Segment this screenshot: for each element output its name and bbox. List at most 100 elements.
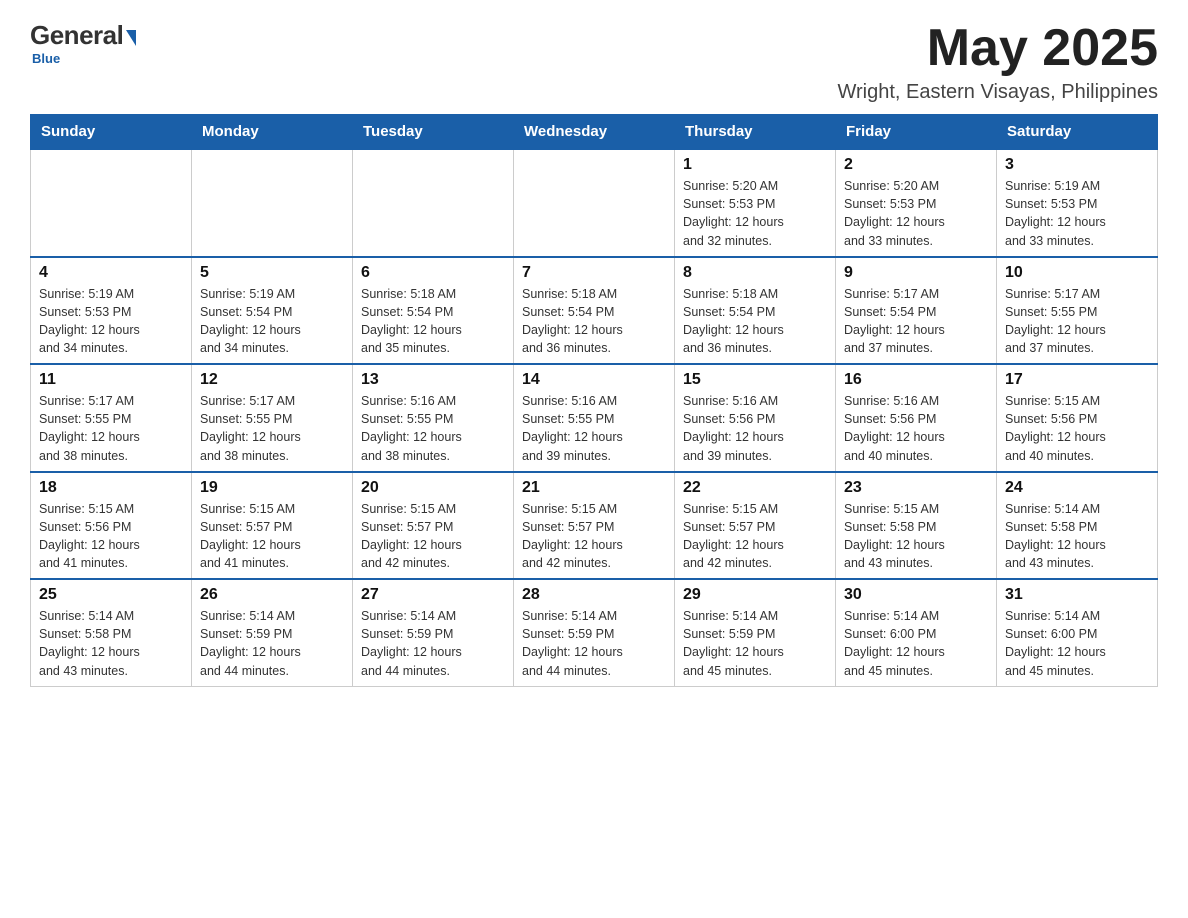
calendar-cell: 27Sunrise: 5:14 AM Sunset: 5:59 PM Dayli… (353, 579, 514, 686)
location-title: Wright, Eastern Visayas, Philippines (837, 81, 1158, 104)
calendar-cell: 24 Sunrise: 5:14 AM Sunset: 5:58 PM Dayli… (997, 472, 1158, 580)
day-number: 24 (1005, 479, 1149, 497)
calendar-cell: 7 Sunrise: 5:18 AM Sunset: 5:54 PM Daylig… (514, 257, 675, 365)
calendar-cell (353, 149, 514, 257)
logo-blue-text: Blue (32, 51, 60, 66)
calendar-cell (31, 149, 192, 257)
calendar-cell: 16Sunrise: 5:16 AM Sunset: 5:56 PM Dayli… (836, 364, 997, 472)
day-number: 11 (39, 371, 183, 389)
day-info: Sunrise: 5:18 AM Sunset: 5:54 PM Dayligh… (522, 285, 666, 358)
calendar-cell: 6 Sunrise: 5:18 AM Sunset: 5:54 PM Daylig… (353, 257, 514, 365)
day-number: 12 (200, 371, 344, 389)
week-row-5: 25 Sunrise: 5:14 AM Sunset: 5:58 PM Dayli… (31, 579, 1158, 686)
day-number: 29 (683, 586, 827, 604)
logo-general-text: General (30, 20, 123, 51)
calendar-cell: 3Sunrise: 5:19 AM Sunset: 5:53 PM Daylig… (997, 149, 1158, 257)
calendar-cell: 21Sunrise: 5:15 AM Sunset: 5:57 PM Dayli… (514, 472, 675, 580)
day-number: 31 (1005, 586, 1149, 604)
day-info: Sunrise: 5:14 AM Sunset: 5:58 PM Dayligh… (1005, 500, 1149, 573)
calendar-cell (514, 149, 675, 257)
day-info: Sunrise: 5:14 AM Sunset: 5:59 PM Dayligh… (683, 607, 827, 680)
month-title: May 2025 (837, 20, 1158, 77)
day-number: 9 (844, 264, 988, 282)
calendar-cell: 4 Sunrise: 5:19 AM Sunset: 5:53 PM Daylig… (31, 257, 192, 365)
week-row-2: 4 Sunrise: 5:19 AM Sunset: 5:53 PM Daylig… (31, 257, 1158, 365)
day-info: Sunrise: 5:16 AM Sunset: 5:55 PM Dayligh… (522, 392, 666, 465)
calendar-cell: 22 Sunrise: 5:15 AM Sunset: 5:57 PM Dayli… (675, 472, 836, 580)
day-info: Sunrise: 5:19 AM Sunset: 5:53 PM Dayligh… (39, 285, 183, 358)
calendar-cell: 30 Sunrise: 5:14 AM Sunset: 6:00 PM Dayli… (836, 579, 997, 686)
calendar-cell: 31 Sunrise: 5:14 AM Sunset: 6:00 PM Dayli… (997, 579, 1158, 686)
day-info: Sunrise: 5:14 AM Sunset: 5:59 PM Dayligh… (361, 607, 505, 680)
day-number: 5 (200, 264, 344, 282)
calendar-cell: 11 Sunrise: 5:17 AM Sunset: 5:55 PM Dayli… (31, 364, 192, 472)
day-number: 17 (1005, 371, 1149, 389)
day-info: Sunrise: 5:14 AM Sunset: 6:00 PM Dayligh… (1005, 607, 1149, 680)
calendar-cell: 9 Sunrise: 5:17 AM Sunset: 5:54 PM Daylig… (836, 257, 997, 365)
day-number: 28 (522, 586, 666, 604)
logo-triangle-icon (126, 30, 136, 46)
day-info: Sunrise: 5:20 AM Sunset: 5:53 PM Dayligh… (683, 177, 827, 250)
calendar-cell (192, 149, 353, 257)
day-info: Sunrise: 5:17 AM Sunset: 5:55 PM Dayligh… (200, 392, 344, 465)
day-info: Sunrise: 5:18 AM Sunset: 5:54 PM Dayligh… (361, 285, 505, 358)
day-info: Sunrise: 5:20 AM Sunset: 5:53 PM Dayligh… (844, 177, 988, 250)
day-info: Sunrise: 5:15 AM Sunset: 5:57 PM Dayligh… (683, 500, 827, 573)
day-number: 4 (39, 264, 183, 282)
day-number: 10 (1005, 264, 1149, 282)
day-number: 22 (683, 479, 827, 497)
day-number: 1 (683, 156, 827, 174)
day-info: Sunrise: 5:19 AM Sunset: 5:54 PM Dayligh… (200, 285, 344, 358)
day-number: 19 (200, 479, 344, 497)
day-number: 2 (844, 156, 988, 174)
calendar-cell: 29 Sunrise: 5:14 AM Sunset: 5:59 PM Dayli… (675, 579, 836, 686)
day-number: 21 (522, 479, 666, 497)
calendar-table: SundayMondayTuesdayWednesdayThursdayFrid… (30, 114, 1158, 687)
column-header-monday: Monday (192, 115, 353, 150)
day-info: Sunrise: 5:14 AM Sunset: 5:58 PM Dayligh… (39, 607, 183, 680)
day-info: Sunrise: 5:14 AM Sunset: 5:59 PM Dayligh… (200, 607, 344, 680)
day-info: Sunrise: 5:19 AM Sunset: 5:53 PM Dayligh… (1005, 177, 1149, 250)
calendar-header-row: SundayMondayTuesdayWednesdayThursdayFrid… (31, 115, 1158, 150)
calendar-cell: 19 Sunrise: 5:15 AM Sunset: 5:57 PM Dayli… (192, 472, 353, 580)
column-header-wednesday: Wednesday (514, 115, 675, 150)
calendar-cell: 8 Sunrise: 5:18 AM Sunset: 5:54 PM Daylig… (675, 257, 836, 365)
calendar-cell: 1 Sunrise: 5:20 AM Sunset: 5:53 PM Daylig… (675, 149, 836, 257)
calendar-cell: 20 Sunrise: 5:15 AM Sunset: 5:57 PM Dayli… (353, 472, 514, 580)
calendar-cell: 18Sunrise: 5:15 AM Sunset: 5:56 PM Dayli… (31, 472, 192, 580)
calendar-cell: 15Sunrise: 5:16 AM Sunset: 5:56 PM Dayli… (675, 364, 836, 472)
day-info: Sunrise: 5:15 AM Sunset: 5:56 PM Dayligh… (39, 500, 183, 573)
week-row-3: 11 Sunrise: 5:17 AM Sunset: 5:55 PM Dayli… (31, 364, 1158, 472)
day-info: Sunrise: 5:14 AM Sunset: 6:00 PM Dayligh… (844, 607, 988, 680)
day-info: Sunrise: 5:14 AM Sunset: 5:59 PM Dayligh… (522, 607, 666, 680)
day-info: Sunrise: 5:15 AM Sunset: 5:57 PM Dayligh… (361, 500, 505, 573)
title-area: May 2025 Wright, Eastern Visayas, Philip… (837, 20, 1158, 104)
calendar-cell: 10 Sunrise: 5:17 AM Sunset: 5:55 PM Dayli… (997, 257, 1158, 365)
day-info: Sunrise: 5:15 AM Sunset: 5:57 PM Dayligh… (200, 500, 344, 573)
calendar-cell: 23Sunrise: 5:15 AM Sunset: 5:58 PM Dayli… (836, 472, 997, 580)
day-info: Sunrise: 5:16 AM Sunset: 5:56 PM Dayligh… (844, 392, 988, 465)
day-info: Sunrise: 5:17 AM Sunset: 5:55 PM Dayligh… (39, 392, 183, 465)
calendar-cell: 12 Sunrise: 5:17 AM Sunset: 5:55 PM Dayli… (192, 364, 353, 472)
day-info: Sunrise: 5:17 AM Sunset: 5:55 PM Dayligh… (1005, 285, 1149, 358)
day-number: 20 (361, 479, 505, 497)
day-info: Sunrise: 5:18 AM Sunset: 5:54 PM Dayligh… (683, 285, 827, 358)
day-number: 15 (683, 371, 827, 389)
day-info: Sunrise: 5:16 AM Sunset: 5:55 PM Dayligh… (361, 392, 505, 465)
day-number: 6 (361, 264, 505, 282)
calendar-cell: 28 Sunrise: 5:14 AM Sunset: 5:59 PM Dayli… (514, 579, 675, 686)
calendar-cell: 14Sunrise: 5:16 AM Sunset: 5:55 PM Dayli… (514, 364, 675, 472)
week-row-1: 1 Sunrise: 5:20 AM Sunset: 5:53 PM Daylig… (31, 149, 1158, 257)
day-info: Sunrise: 5:15 AM Sunset: 5:58 PM Dayligh… (844, 500, 988, 573)
day-number: 26 (200, 586, 344, 604)
page-header: General Blue May 2025 Wright, Eastern Vi… (30, 20, 1158, 104)
day-number: 13 (361, 371, 505, 389)
column-header-saturday: Saturday (997, 115, 1158, 150)
day-number: 8 (683, 264, 827, 282)
calendar-cell: 5 Sunrise: 5:19 AM Sunset: 5:54 PM Daylig… (192, 257, 353, 365)
day-info: Sunrise: 5:17 AM Sunset: 5:54 PM Dayligh… (844, 285, 988, 358)
day-info: Sunrise: 5:15 AM Sunset: 5:56 PM Dayligh… (1005, 392, 1149, 465)
day-number: 7 (522, 264, 666, 282)
day-number: 30 (844, 586, 988, 604)
day-number: 25 (39, 586, 183, 604)
